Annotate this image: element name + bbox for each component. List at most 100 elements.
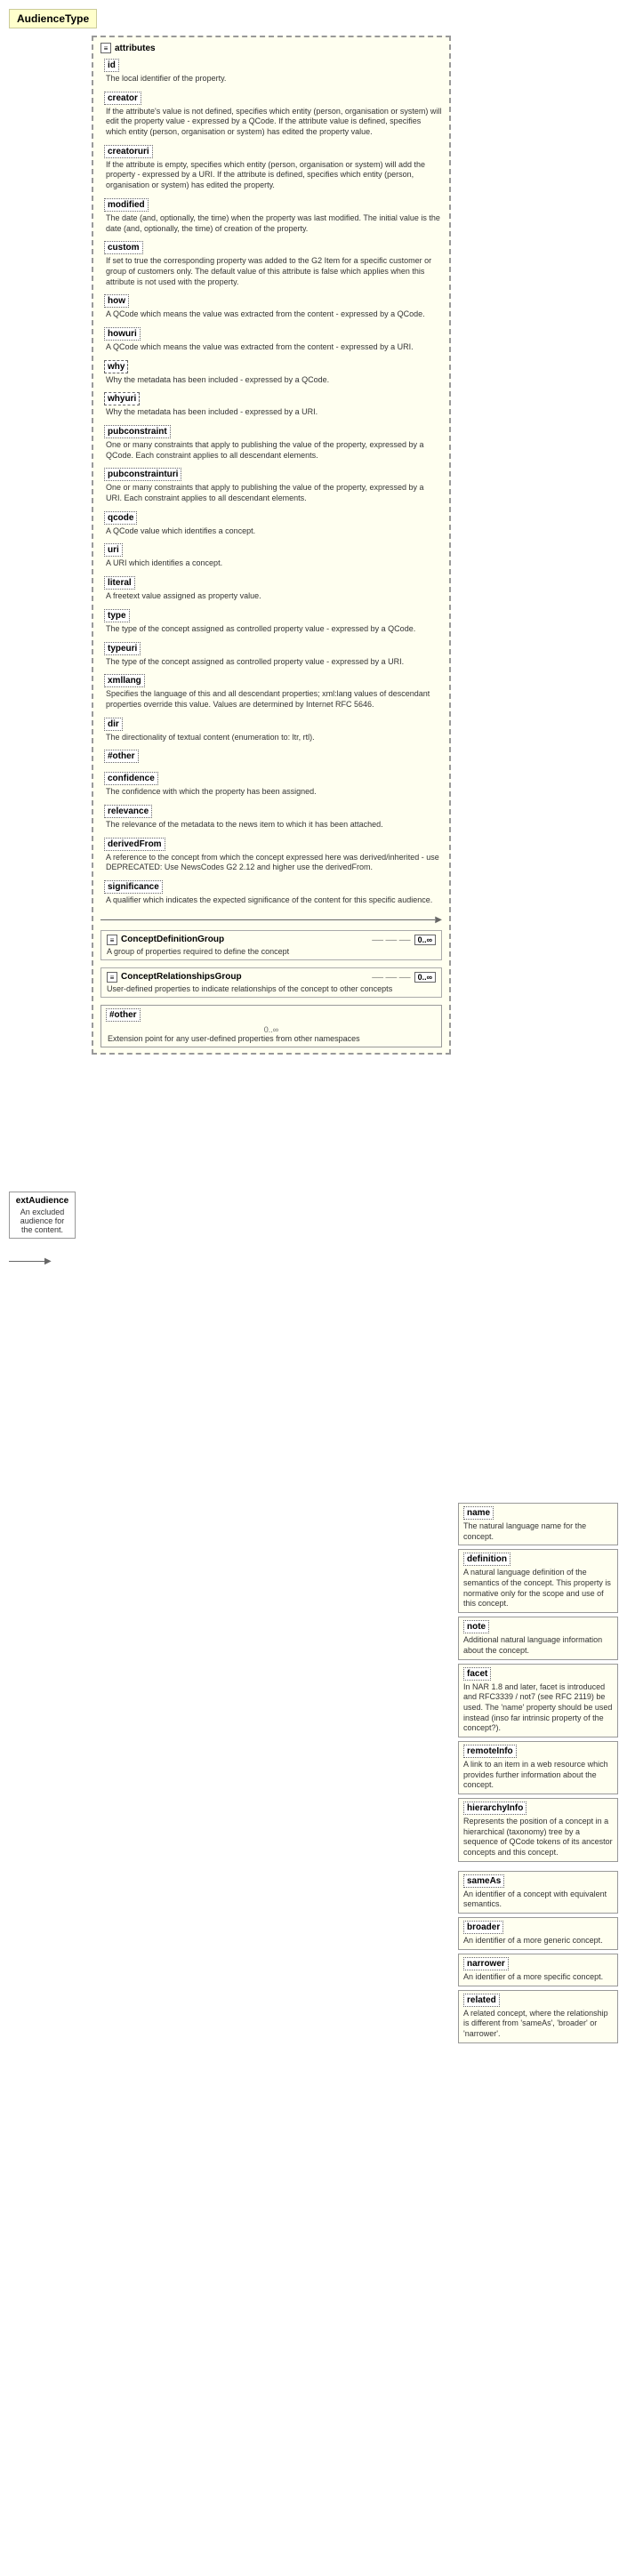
concept-def-group-title: ≡ ConceptDefinitionGroup ── ── ── 0..∞ [107, 935, 436, 945]
right-item-remoteinfo-desc: A link to an item in a web resource whic… [463, 1760, 613, 1791]
concept-rel-label: ConceptRelationshipsGroup [121, 972, 242, 982]
attr-desc-qcode: A QCode value which identifies a concept… [104, 526, 442, 537]
attr-name-dir: dir [104, 718, 123, 731]
attr-name-modified: modified [104, 198, 149, 212]
page-container: AudienceType extAudience An excluded aud… [0, 0, 627, 2576]
attr-item-id: id The local identifier of the property. [100, 59, 442, 84]
other-extension-label: #other [106, 1008, 141, 1022]
other-extension-box: #other 0..∞ Extension point for any user… [100, 1005, 442, 1048]
attr-desc-relevance: The relevance of the metadata to the new… [104, 820, 442, 831]
attr-desc-whyuri: Why the metadata has been included - exp… [104, 407, 442, 418]
right-item-related-desc: A related concept, where the relationshi… [463, 2009, 613, 2040]
attr-item-creator: creator If the attribute's value is not … [100, 92, 442, 138]
attributes-icon: ≡ [100, 43, 111, 53]
attr-name-how: how [104, 294, 129, 308]
right-column: name The natural language name for the c… [458, 36, 618, 2047]
right-item-hierarchyinfo-desc: Represents the position of a concept in … [463, 1817, 613, 1858]
right-item-note: note Additional natural language informa… [458, 1617, 618, 1659]
attr-name-other: #other [104, 750, 139, 763]
attributes-title: ≡ attributes [100, 43, 442, 53]
attr-desc-typeuri: The type of the concept assigned as cont… [104, 657, 442, 668]
attr-desc-modified: The date (and, optionally, the time) whe… [104, 213, 442, 234]
center-column: ≡ attributes id The local identifier of … [92, 36, 451, 1055]
attr-name-significance: significance [104, 880, 163, 894]
arrow-right-icon: ▶ [44, 1256, 52, 1266]
attr-item-pubconstraint: pubconstraint One or many constraints th… [100, 425, 442, 461]
attr-item-custom: custom If set to true the corresponding … [100, 241, 442, 287]
attr-name-whyuri: whyuri [104, 392, 140, 405]
attr-item-relevance: relevance The relevance of the metadata … [100, 805, 442, 831]
attr-item-significance: significance A qualifier which indicates… [100, 880, 442, 906]
attr-item-whyuri: whyuri Why the metadata has been include… [100, 392, 442, 418]
attr-desc-custom: If set to true the corresponding propert… [104, 256, 442, 287]
right-item-name-label: name [463, 1506, 494, 1520]
attr-item-dir: dir The directionality of textual conten… [100, 718, 442, 743]
attr-desc-creator: If the attribute's value is not defined,… [104, 107, 442, 138]
attr-item-uri: uri A URI which identifies a concept. [100, 543, 442, 569]
attr-name-qcode: qcode [104, 511, 137, 525]
attr-name-creatoruri: creatoruri [104, 145, 153, 158]
attr-item-pubconstrainturi: pubconstrainturi One or many constraints… [100, 468, 442, 503]
attr-name-pubconstrainturi: pubconstrainturi [104, 468, 181, 481]
ext-audience-desc: An excluded audience for the content. [15, 1208, 69, 1234]
right-item-remoteinfo-label: remoteInfo [463, 1745, 517, 1758]
attr-desc-pubconstraint: One or many constraints that apply to pu… [104, 440, 442, 461]
attr-name-xmllang: xmllang [104, 674, 145, 687]
attr-item-howuri: howuri A QCode which means the value was… [100, 327, 442, 353]
right-item-facet: facet In NAR 1.8 and later, facet is int… [458, 1664, 618, 1737]
attr-item-qcode: qcode A QCode value which identifies a c… [100, 511, 442, 537]
right-item-sameas-desc: An identifier of a concept with equivale… [463, 1890, 613, 1910]
concept-rel-desc: User-defined properties to indicate rela… [107, 984, 436, 993]
attr-desc-significance: A qualifier which indicates the expected… [104, 895, 442, 906]
attr-name-type: type [104, 609, 130, 622]
attr-name-confidence: confidence [104, 772, 158, 785]
attr-item-modified: modified The date (and, optionally, the … [100, 198, 442, 234]
attr-name-relevance: relevance [104, 805, 152, 818]
other-extension-desc: Extension point for any user-defined pro… [106, 1034, 437, 1045]
right-item-related: related A related concept, where the rel… [458, 1990, 618, 2043]
right-item-facet-label: facet [463, 1667, 491, 1681]
right-item-narrower-label: narrower [463, 1957, 509, 1970]
attr-item-confidence: confidence The confidence with which the… [100, 772, 442, 798]
right-item-facet-desc: In NAR 1.8 and later, facet is introduce… [463, 1682, 613, 1734]
attr-desc-why: Why the metadata has been included - exp… [104, 375, 442, 386]
attr-item-xmllang: xmllang Specifies the language of this a… [100, 674, 442, 710]
attr-desc-derivedfrom: A reference to the concept from which th… [104, 853, 442, 873]
attr-name-custom: custom [104, 241, 143, 254]
attr-desc-creatoruri: If the attribute is empty, specifies whi… [104, 160, 442, 191]
attributes-container: ≡ attributes id The local identifier of … [92, 36, 451, 1055]
right-item-sameas: sameAs An identifier of a concept with e… [458, 1871, 618, 1914]
attr-desc-literal: A freetext value assigned as property va… [104, 591, 442, 602]
attr-desc-uri: A URI which identifies a concept. [104, 558, 442, 569]
left-column: extAudience An excluded audience for the… [9, 36, 84, 1266]
attr-desc-howuri: A QCode which means the value was extrac… [104, 342, 442, 353]
attr-desc-how: A QCode which means the value was extrac… [104, 309, 442, 320]
attr-desc-dir: The directionality of textual content (e… [104, 733, 442, 743]
attr-desc-pubconstrainturi: One or many constraints that apply to pu… [104, 483, 442, 503]
ext-audience-box: extAudience An excluded audience for the… [9, 1192, 76, 1239]
concept-rel-icon: ≡ [107, 972, 117, 983]
right-item-broader-label: broader [463, 1921, 503, 1934]
attr-name-creator: creator [104, 92, 141, 105]
attr-desc-confidence: The confidence with which the property h… [104, 787, 442, 798]
concept-def-label: ConceptDefinitionGroup [121, 935, 224, 944]
right-item-sameas-label: sameAs [463, 1874, 504, 1888]
attr-item-derivedfrom: derivedFrom A reference to the concept f… [100, 838, 442, 873]
page-title: AudienceType [9, 9, 97, 28]
right-item-broader: broader An identifier of a more generic … [458, 1917, 618, 1950]
attr-item-typeuri: typeuri The type of the concept assigned… [100, 642, 442, 668]
attr-name-id: id [104, 59, 119, 72]
right-item-note-desc: Additional natural language information … [463, 1635, 613, 1656]
attr-item-creatoruri: creatoruri If the attribute is empty, sp… [100, 145, 442, 191]
right-item-narrower: narrower An identifier of a more specifi… [458, 1954, 618, 1986]
attr-name-why: why [104, 360, 128, 373]
attr-name-derivedfrom: derivedFrom [104, 838, 165, 851]
attr-name-literal: literal [104, 576, 135, 590]
right-upper-spacer: name The natural language name for the c… [458, 1503, 618, 2043]
concept-def-group: ≡ ConceptDefinitionGroup ── ── ── 0..∞ A… [100, 930, 442, 960]
concept-rel-box-icon2: 0..∞ [414, 972, 436, 983]
right-item-note-label: note [463, 1620, 489, 1633]
attributes-label: attributes [115, 44, 156, 53]
connector-arrow-icon: ▶ [435, 915, 442, 925]
right-item-hierarchyinfo-label: hierarchyInfo [463, 1802, 527, 1815]
